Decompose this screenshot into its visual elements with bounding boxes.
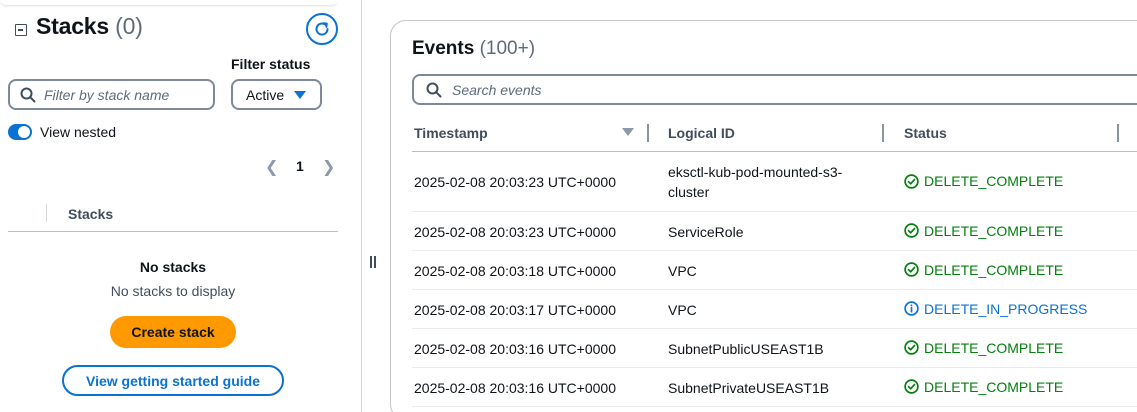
events-search-input[interactable] [452, 81, 1052, 98]
column-divider[interactable] [882, 124, 884, 142]
refresh-icon [315, 22, 329, 36]
chevron-right-icon[interactable]: ❯ [322, 157, 335, 177]
search-icon [20, 87, 36, 102]
timestamp-cell: 2025-02-08 20:03:16 UTC+0000 [414, 379, 616, 396]
logical-id-cell: ServiceRole [668, 223, 744, 240]
table-row[interactable]: 2025-02-08 20:03:23 UTC+0000 ServiceRole D… [412, 212, 1137, 251]
status-cell: DELETE_COMPLETE [904, 223, 1063, 239]
table-row[interactable]: 2025-02-08 20:03:17 UTC+0000 VPC DELETE_IN… [412, 290, 1137, 329]
header-divider [8, 231, 338, 232]
table-row[interactable]: 2025-02-08 20:03:16 UTC+0000 SubnetPrivat… [412, 368, 1137, 407]
stack-search-input[interactable] [44, 86, 204, 103]
events-count: (100+) [479, 38, 536, 59]
status-cell: DELETE_IN_PROGRESS [904, 301, 1087, 317]
column-divider[interactable] [1117, 124, 1119, 142]
column-divider[interactable] [647, 124, 649, 142]
events-heading: Events (100+) [412, 38, 535, 60]
check-circle-icon [904, 340, 919, 355]
filter-status-select[interactable]: Active [231, 79, 322, 110]
chevron-left-icon[interactable]: ❮ [265, 157, 278, 177]
logical-id-cell: SubnetPublicUSEAST1B [668, 340, 824, 357]
stacks-column-header[interactable]: Stacks [68, 206, 113, 222]
stacks-title: Stacks [36, 13, 109, 39]
logical-id-cell: SubnetPrivateUSEAST1B [668, 379, 830, 396]
status-text: DELETE_COMPLETE [924, 222, 1064, 239]
stacks-count: (0) [115, 13, 143, 39]
getting-started-guide-button[interactable]: View getting started guide [62, 365, 284, 396]
timestamp-cell: 2025-02-08 20:03:23 UTC+0000 [414, 223, 616, 240]
timestamp-cell: 2025-02-08 20:03:23 UTC+0000 [414, 174, 616, 190]
refresh-button[interactable] [306, 13, 338, 45]
column-header-status[interactable]: Status [904, 125, 947, 141]
check-circle-icon [904, 379, 919, 394]
column-header-logical-id[interactable]: Logical ID [668, 125, 735, 141]
status-text: DELETE_COMPLETE [924, 378, 1064, 395]
check-circle-icon [904, 223, 919, 238]
timestamp-cell: 2025-02-08 20:03:16 UTC+0000 [414, 340, 616, 357]
create-stack-button[interactable]: Create stack [110, 316, 236, 348]
events-title: Events [412, 38, 475, 59]
stack-search-field[interactable] [8, 79, 215, 110]
column-divider [46, 204, 47, 222]
table-row[interactable]: 2025-02-08 20:03:16 UTC+0000 SubnetPublic… [412, 329, 1137, 368]
page-number[interactable]: 1 [296, 158, 304, 174]
empty-state-title: No stacks [139, 259, 207, 275]
table-row[interactable]: 2025-02-08 20:03:23 UTC+0000 eksctl-kub-p… [412, 152, 1137, 212]
caret-down-icon [294, 91, 306, 99]
view-nested-toggle[interactable] [8, 124, 32, 140]
timestamp-cell: 2025-02-08 20:03:18 UTC+0000 [414, 262, 616, 279]
events-search-field[interactable] [412, 74, 1137, 105]
panel-top-edge [0, 0, 338, 6]
status-cell: DELETE_COMPLETE [904, 379, 1063, 395]
sort-caret-icon[interactable] [622, 128, 634, 136]
status-cell: DELETE_COMPLETE [904, 340, 1063, 356]
stacks-heading: Stacks (0) [36, 13, 143, 40]
status-cell: DELETE_COMPLETE [904, 173, 1063, 189]
logical-id-cell: VPC [668, 262, 697, 279]
logical-id-cell: VPC [668, 301, 697, 318]
table-row[interactable]: 2025-02-08 20:03:18 UTC+0000 VPC DELETE_CO… [412, 251, 1137, 290]
stacks-panel: Stacks (0) Filter status Active View nes… [0, 0, 362, 412]
column-header-timestamp[interactable]: Timestamp [414, 125, 488, 141]
status-text: DELETE_IN_PROGRESS [924, 300, 1088, 317]
drag-handle-icon[interactable] [368, 254, 378, 270]
filter-status-label: Filter status [231, 56, 311, 72]
status-cell: DELETE_COMPLETE [904, 262, 1063, 278]
info-circle-icon [904, 301, 919, 316]
check-circle-icon [904, 173, 919, 189]
timestamp-cell: 2025-02-08 20:03:17 UTC+0000 [414, 301, 616, 318]
status-text: DELETE_COMPLETE [924, 261, 1064, 278]
check-circle-icon [904, 262, 919, 277]
search-icon [426, 82, 442, 97]
view-nested-label: View nested [40, 124, 117, 140]
status-text: DELETE_COMPLETE [924, 173, 1064, 189]
filter-status-value: Active [246, 86, 285, 103]
collapse-icon[interactable] [15, 24, 27, 36]
status-text: DELETE_COMPLETE [924, 339, 1064, 356]
empty-state-subtitle: No stacks to display [110, 283, 236, 299]
logical-id-cell: eksctl-kub-pod-mounted-s3-cluster [668, 164, 843, 200]
